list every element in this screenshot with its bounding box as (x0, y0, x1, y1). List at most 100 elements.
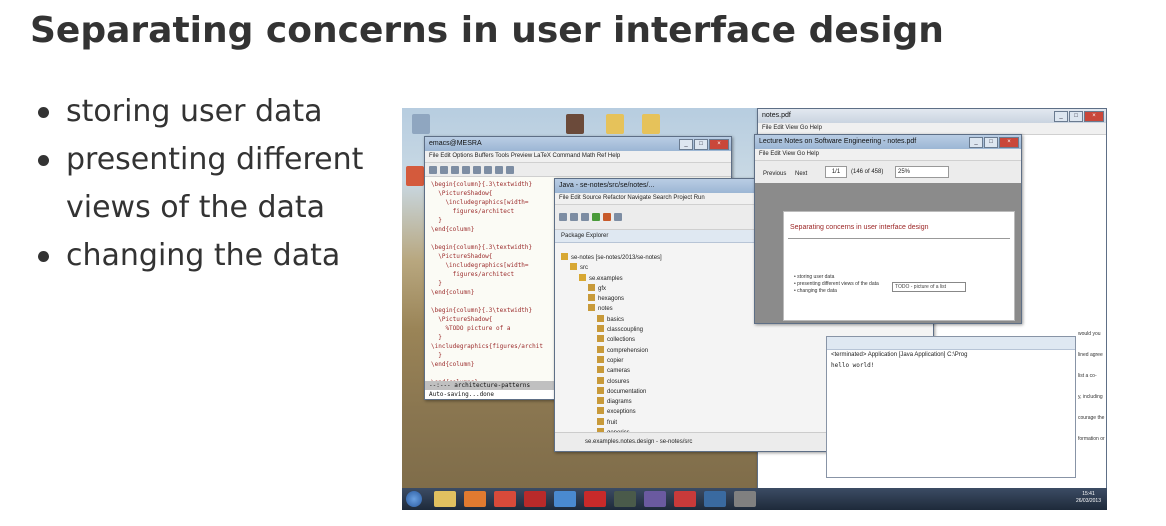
next-button[interactable]: Next (795, 171, 807, 177)
print-icon[interactable] (581, 213, 589, 221)
new-icon[interactable] (559, 213, 567, 221)
doc-fragment: would you (1078, 331, 1101, 337)
eclipse-title: Java - se-notes/src/se/notes/... (559, 182, 655, 189)
folder-desktop-icon[interactable] (606, 114, 624, 134)
tree-item-label: copier (607, 357, 624, 364)
package-icon (597, 335, 604, 343)
package-icon (597, 366, 604, 374)
page-count: (146 of 458) (851, 169, 884, 175)
debug-icon[interactable] (603, 213, 611, 221)
back-window-title: notes.pdf (762, 112, 791, 119)
pdf-bullet-text: presenting different views of the data (797, 281, 879, 287)
pdf-page: Separating concerns in user interface de… (783, 211, 1015, 321)
pdf-viewer-window: Lecture Notes on Software Engineering - … (754, 134, 1022, 324)
package-icon (588, 283, 595, 291)
tree-item-label: collections (607, 337, 636, 344)
explorer-taskbar-icon[interactable] (434, 491, 456, 507)
close-icon[interactable] (462, 165, 470, 174)
emacs-titlebar[interactable]: emacs@MESRA _ □ × (425, 137, 731, 151)
console-view: <terminated> Application [Java Applicati… (826, 336, 1076, 478)
close-icon[interactable]: × (709, 139, 729, 150)
emacs-title: emacs@MESRA (429, 140, 482, 147)
system-clock[interactable]: 15:41 26/03/2013 (1076, 491, 1101, 505)
maximize-icon[interactable]: □ (694, 139, 708, 150)
pdf-bullet: • changing the data (794, 288, 837, 294)
open-folder-icon[interactable] (440, 165, 448, 174)
package-icon (597, 417, 604, 425)
previous-button[interactable]: Previous (763, 171, 786, 177)
maximize-icon[interactable]: □ (984, 137, 998, 148)
search-icon[interactable] (614, 213, 622, 221)
copy-icon[interactable] (484, 165, 492, 174)
new-file-icon[interactable] (429, 165, 437, 174)
pdf-todo-box: TODO - picture of a list (892, 282, 966, 292)
divider (788, 238, 1010, 239)
pdf-bullet-text: changing the data (797, 288, 837, 294)
pdf-bullet: • presenting different views of the data (794, 281, 879, 287)
tree-item-label: notes (598, 306, 613, 313)
acrobat-taskbar-icon[interactable] (524, 491, 546, 507)
tree-item-label: basics (607, 316, 625, 323)
pdf-page-title: Separating concerns in user interface de… (790, 224, 929, 231)
tree-item-label: comprehension (607, 347, 649, 354)
media-taskbar-icon[interactable] (464, 491, 486, 507)
tree-item-label: closures (607, 378, 630, 385)
undo-icon[interactable] (506, 165, 514, 174)
page-input[interactable]: 1/1 (825, 166, 847, 178)
tree-item-label: classcoupling (607, 327, 644, 334)
save-icon[interactable] (570, 213, 578, 221)
chrome-taskbar-icon[interactable] (494, 491, 516, 507)
zoom-select[interactable]: 25% (895, 166, 949, 178)
close-icon[interactable]: × (1084, 111, 1104, 122)
back-window-titlebar[interactable]: notes.pdf _ □ × (758, 109, 1106, 123)
folder-desktop-icon[interactable] (642, 114, 660, 134)
app-taskbar-icon[interactable] (734, 491, 756, 507)
computer-desktop-icon[interactable] (412, 114, 430, 134)
tree-item[interactable]: classcoupling (561, 325, 929, 335)
doc-fragment: courage the (1078, 415, 1105, 421)
tree-item-label: gfx (598, 285, 607, 292)
tree-item-label: se.examples (589, 275, 623, 282)
close-icon[interactable]: × (999, 137, 1019, 148)
globe-taskbar-icon[interactable] (704, 491, 726, 507)
package-icon (597, 314, 604, 322)
minimize-icon[interactable]: _ (969, 137, 983, 148)
pdf-bullet-text: storing user data (797, 274, 835, 280)
bullet-text: storing user data (66, 94, 323, 129)
slide-title: Separating concerns in user interface de… (30, 10, 944, 51)
skype-taskbar-icon[interactable] (554, 491, 576, 507)
cut-icon[interactable] (473, 165, 481, 174)
tree-item-label: se-notes [se-notes/2013/se-notes] (571, 255, 662, 261)
package-icon (597, 355, 604, 363)
paste-icon[interactable] (495, 165, 503, 174)
doc-fragment: lined agree (1078, 352, 1103, 358)
folder-icon (570, 263, 577, 271)
package-icon (597, 386, 604, 394)
start-button[interactable] (406, 491, 422, 507)
pdf-page-bullets: • storing user data • presenting differe… (794, 274, 882, 295)
emacs-toolbar (425, 163, 731, 177)
run-icon[interactable] (592, 213, 600, 221)
terminal-taskbar-icon[interactable] (614, 491, 636, 507)
opera-taskbar-icon[interactable] (584, 491, 606, 507)
pdf-taskbar-icon[interactable] (674, 491, 696, 507)
pdf-menu[interactable]: File Edit View Go Help (755, 149, 1021, 161)
package-icon (597, 397, 604, 405)
minimize-icon[interactable]: _ (679, 139, 693, 150)
app-desktop-icon[interactable] (406, 166, 424, 186)
tree-item-label: cameras (607, 368, 631, 375)
package-icon (597, 345, 604, 353)
bullet-text: changing the data (66, 238, 341, 273)
package-icon (588, 304, 595, 312)
eclipse-taskbar-icon[interactable] (644, 491, 666, 507)
doc-fragments: would you lined agree list a co-y, includi… (1078, 324, 1107, 450)
minimize-icon[interactable]: _ (1054, 111, 1068, 122)
save-icon[interactable] (451, 165, 459, 174)
pdf-titlebar[interactable]: Lecture Notes on Software Engineering - … (755, 135, 1021, 149)
bullet-list: storing user data presenting different v… (36, 88, 366, 280)
maximize-icon[interactable]: □ (1069, 111, 1083, 122)
emacs-menu[interactable]: File Edit Options Buffers Tools Preview … (425, 151, 731, 163)
photo-desktop-icon[interactable] (566, 114, 584, 134)
clock-time: 15:41 (1082, 491, 1095, 497)
tree-item-label: hexagons (598, 296, 625, 303)
